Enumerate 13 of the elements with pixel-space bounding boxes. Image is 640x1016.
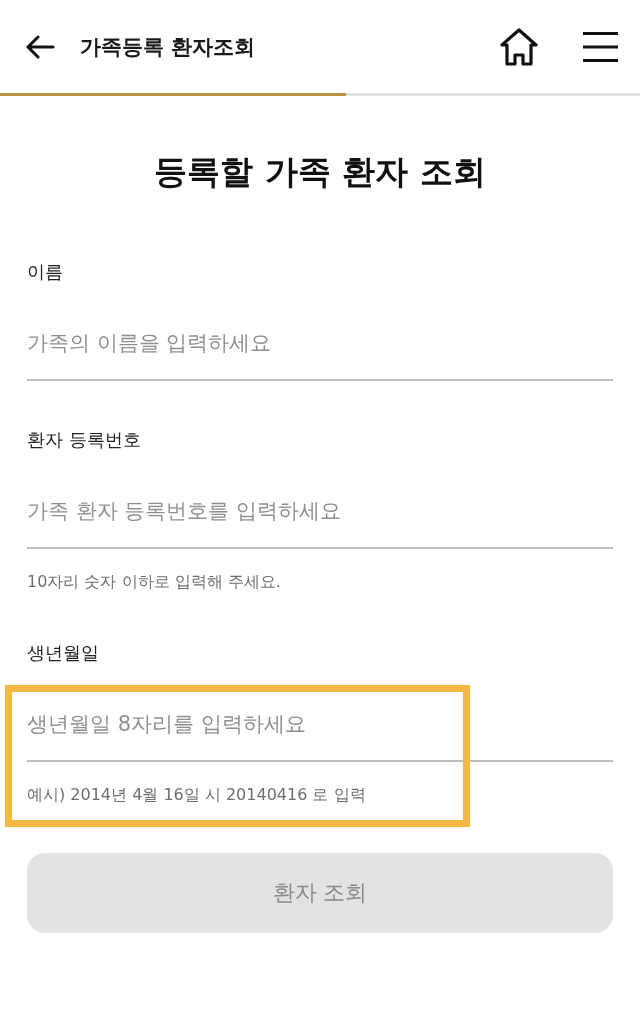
input-field[interactable]: 가족 환자 등록번호를 입력하세요	[27, 487, 613, 549]
input-field[interactable]: 가족의 이름을 입력하세요	[27, 319, 613, 381]
screen-title: 가족등록 환자조회	[80, 33, 257, 61]
input-field[interactable]: 생년월일 8자리를 입력하세요	[27, 700, 613, 762]
field-label: 환자 등록번호	[27, 428, 141, 452]
home-icon[interactable]	[500, 27, 538, 66]
helper-text: 10자리 숫자 이하로 입력해 주세요.	[27, 571, 281, 593]
back-arrow-icon[interactable]	[25, 34, 55, 59]
page-title: 등록할 가족 환자 조회	[153, 151, 487, 193]
field-label: 생년월일	[27, 641, 99, 665]
menu-icon[interactable]	[583, 31, 618, 62]
helper-text: 예시) 2014년 4월 16일 시 20140416 로 입력	[27, 784, 366, 806]
field-label: 이름	[27, 260, 63, 284]
